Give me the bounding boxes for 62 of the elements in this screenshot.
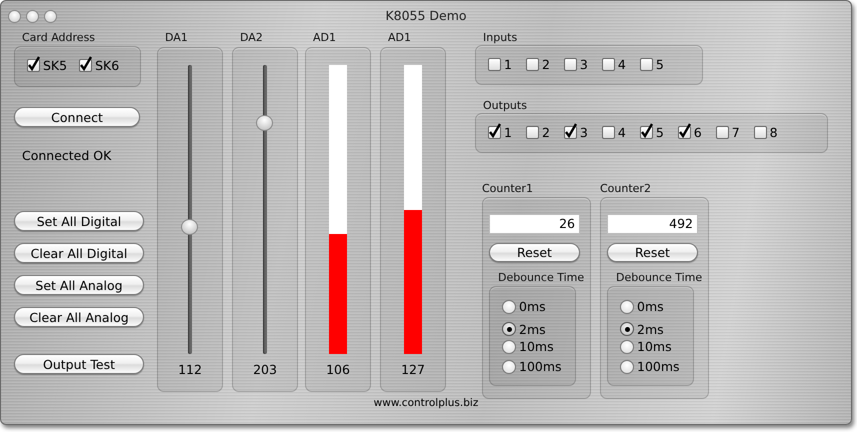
counter-field[interactable]: 26 — [489, 214, 580, 234]
checkbox[interactable]: 2 — [526, 56, 550, 72]
inputs-label: Inputs — [482, 31, 518, 45]
channel-reading: 106 — [326, 362, 350, 377]
status-text: Connected OK — [22, 148, 112, 164]
checkbox[interactable]: 4 — [602, 124, 626, 140]
checkbox[interactable]: 3 — [564, 56, 588, 72]
checkmark-icon — [678, 122, 692, 138]
checkmark-icon — [27, 56, 41, 72]
checkbox[interactable]: 1 — [488, 56, 512, 72]
counter-label: Counter2 — [600, 182, 652, 196]
radio-button[interactable]: 0ms — [502, 296, 546, 316]
output-test-button[interactable]: Output Test — [14, 354, 144, 374]
checkbox[interactable]: 8 — [754, 124, 778, 140]
slider-thumb[interactable] — [181, 218, 198, 235]
card-address-label: Card Address — [21, 31, 96, 45]
checkbox[interactable]: 5 — [640, 124, 664, 140]
radio-button[interactable]: 100ms — [502, 356, 562, 376]
action-button[interactable]: Set All Analog — [14, 275, 144, 295]
website-link[interactable]: www.controlplus.biz — [374, 397, 478, 409]
window-button[interactable] — [8, 10, 21, 22]
channel-reading: 127 — [401, 362, 425, 377]
channel-label: DA2 — [239, 31, 264, 45]
checkmark-icon — [488, 122, 502, 138]
radio-button[interactable]: 2ms — [620, 319, 664, 339]
outputs-label: Outputs — [482, 99, 528, 113]
window-button[interactable] — [44, 10, 57, 22]
checkbox[interactable]: 1 — [488, 124, 512, 140]
connect-button[interactable]: Connect — [14, 107, 140, 127]
radio-button[interactable]: 0ms — [620, 296, 664, 316]
channel-label: AD1 — [387, 31, 412, 45]
checkmark-icon — [640, 122, 654, 138]
checkbox[interactable]: 7 — [716, 124, 740, 140]
channel-reading: 203 — [253, 362, 277, 377]
action-button[interactable]: Clear All Digital — [14, 243, 144, 263]
checkbox[interactable]: 4 — [602, 56, 626, 72]
checkmark-icon — [79, 56, 94, 72]
radio-button[interactable]: 10ms — [502, 336, 554, 356]
counter-label: Counter1 — [482, 182, 534, 196]
slider-thumb[interactable] — [256, 114, 273, 131]
checkbox[interactable]: SK5 — [27, 58, 68, 73]
channel-label: AD1 — [312, 31, 337, 45]
checkbox[interactable]: 2 — [526, 124, 550, 140]
radio-button[interactable]: 2ms — [502, 319, 546, 339]
channel-label: DA1 — [164, 31, 189, 45]
checkbox[interactable]: SK6 — [79, 58, 120, 73]
checkmark-icon — [564, 122, 578, 138]
checkbox[interactable]: 6 — [678, 124, 702, 140]
checkbox[interactable]: 3 — [564, 124, 588, 140]
debounce-label: Debounce Time — [498, 270, 586, 284]
radio-button[interactable]: 100ms — [620, 356, 680, 376]
window-title: K8055 Demo — [385, 8, 467, 23]
reset-button[interactable]: Reset — [489, 242, 580, 262]
action-button[interactable]: Set All Digital — [14, 211, 144, 231]
reset-button[interactable]: Reset — [607, 242, 698, 262]
channel-reading: 112 — [178, 362, 202, 377]
radio-button[interactable]: 10ms — [620, 336, 672, 356]
counter-field[interactable]: 492 — [607, 214, 698, 234]
checkbox[interactable]: 5 — [640, 56, 664, 72]
debounce-label: Debounce Time — [616, 270, 704, 284]
action-button[interactable]: Clear All Analog — [14, 307, 144, 327]
window-button[interactable] — [26, 10, 39, 22]
